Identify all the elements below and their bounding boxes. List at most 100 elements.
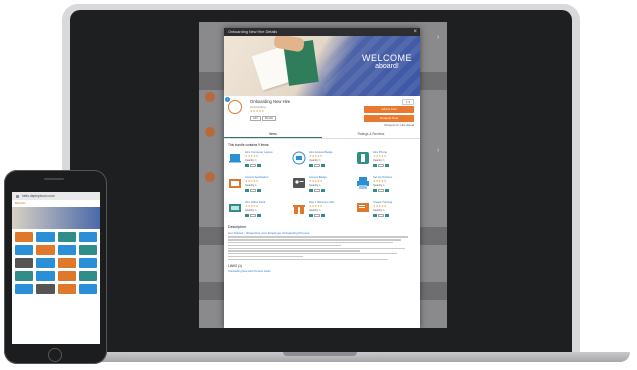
catalog-tile[interactable]: [15, 245, 34, 255]
bundle-item-qty: Quantity: 1: [245, 209, 257, 212]
bundle-item[interactable]: Access Application ★★★★★ Quantity: 1: [228, 174, 288, 196]
quantity-stepper[interactable]: [373, 164, 389, 167]
catalog-tile[interactable]: [57, 232, 76, 242]
bundle-item-qty: Quantity: 1: [373, 209, 385, 212]
lock-icon: [16, 194, 19, 198]
quantity-stepper[interactable]: [373, 214, 389, 217]
bundle-item-qty: Quantity: 1: [373, 159, 385, 162]
hero-banner: WELCOME aboard!: [224, 36, 420, 96]
phone-hero-banner: [12, 207, 100, 229]
text-line: [228, 258, 388, 261]
bg-icon: [205, 172, 215, 182]
catalog-tile[interactable]: [36, 258, 55, 268]
guide-link[interactable]: Onboarding New Hire Process Guide: [228, 270, 416, 273]
bundle-item-qty: Quantity: 1: [373, 184, 385, 187]
rating-stars: ★★★★★: [245, 204, 259, 208]
links-heading: LINKS (1): [228, 264, 242, 269]
laptop-icon: [229, 154, 241, 163]
catalog-tile[interactable]: [36, 284, 55, 294]
catalog-tile[interactable]: [57, 258, 76, 268]
quantity-stepper[interactable]: [245, 164, 261, 167]
tab-ratings[interactable]: Ratings & Reviews: [322, 130, 420, 138]
bundle-item[interactable]: Create Training ★★★★★ Quantity: 1: [356, 199, 416, 221]
catalog-tile[interactable]: [78, 245, 97, 255]
home-button[interactable]: [48, 348, 62, 362]
bundle-item[interactable]: Hire Access Badge ★★★★★ Quantity: 1: [292, 149, 352, 171]
printer-icon: [357, 177, 369, 189]
brand-logo[interactable]: BRAND: [12, 200, 100, 207]
quantity-stepper[interactable]: [309, 214, 325, 217]
bundle-item-qty: Quantity: 1: [309, 209, 321, 212]
modal-title-bar: Onboarding New Hire Details ×: [224, 28, 420, 36]
rating-stars: ★★★★★: [309, 179, 323, 183]
item-name: Onboarding New Hire: [250, 99, 291, 104]
new-hire-icon: [228, 100, 242, 114]
catalog-tile[interactable]: [15, 284, 34, 294]
catalog-tile[interactable]: [15, 232, 34, 242]
catalog-tile[interactable]: [36, 232, 55, 242]
quantity-stepper[interactable]: [245, 214, 261, 217]
bundle-title: This bundle contains 9 items:: [228, 143, 270, 147]
hero-welcome: WELCOME: [361, 53, 412, 63]
quantity-stepper[interactable]: [245, 189, 261, 192]
catalog-tile[interactable]: [57, 271, 76, 281]
text-line: [228, 250, 360, 252]
quantity-select[interactable]: 1 ▾: [401, 99, 414, 105]
rating-stars: ★★★★★: [373, 179, 387, 183]
request-now-button[interactable]: Request Now: [364, 115, 414, 122]
laptop-screen: › › Onboarding New Hire Details × WELCOM…: [199, 22, 447, 328]
tag-bundle[interactable]: Bundle: [262, 116, 277, 121]
bundle-item[interactable]: Hire Office Desk ★★★★★ Quantity: 1: [228, 199, 288, 221]
rating-stars: ★★★★★: [245, 179, 259, 183]
chevron-right-icon[interactable]: ›: [437, 34, 439, 41]
close-icon[interactable]: ×: [413, 28, 417, 36]
catalog-tile[interactable]: [78, 232, 97, 242]
device-mockup: › › Onboarding New Hire Details × WELCOM…: [0, 0, 637, 370]
catalog-tile[interactable]: [78, 258, 97, 268]
bundle-item[interactable]: Set Up Printers ★★★★★ Quantity: 1: [356, 174, 416, 196]
text-line: [228, 247, 405, 249]
catalog-tile[interactable]: [15, 271, 34, 281]
catalog-tile[interactable]: [57, 284, 76, 294]
bundle-item[interactable]: Hire Phone ★★★★★ Quantity: 1: [356, 149, 416, 171]
bundle-item[interactable]: Access Badge ★★★★★ Quantity: 1: [292, 174, 352, 196]
tab-items[interactable]: Items: [224, 130, 322, 138]
catalog-tile[interactable]: [78, 284, 97, 294]
desk-icon: [229, 204, 241, 212]
phone-catalog-grid: [12, 229, 100, 297]
phone-device: hello.deployIxcon.com BRAND: [4, 170, 107, 364]
request-for-text[interactable]: Request for: Hire Actual: [384, 123, 414, 127]
tag-add[interactable]: Add: [250, 116, 261, 121]
catalog-tile[interactable]: [78, 271, 97, 281]
description-subheading: Get Started - Streamline your Employee O…: [228, 231, 310, 235]
bg-icon: [205, 92, 215, 102]
bundle-item[interactable]: Hire Computer Laptop ★★★★★ Quantity: 1: [228, 149, 288, 171]
hero-aboard: aboard!: [375, 63, 399, 70]
rating-stars: ★★★★★: [373, 154, 387, 158]
catalog-tile[interactable]: [15, 258, 34, 268]
text-line: [228, 255, 304, 258]
bundle-item-qty: Quantity: 1: [245, 159, 257, 162]
tab-bar: Items Ratings & Reviews: [224, 130, 420, 139]
url-text: hello.deployIxcon.com: [22, 194, 55, 198]
id-card-icon: [293, 178, 305, 188]
catalog-tile[interactable]: [36, 245, 55, 255]
phone-speaker: [44, 178, 64, 180]
phone-screen: hello.deployIxcon.com BRAND: [12, 192, 100, 344]
quantity-stepper[interactable]: [309, 189, 325, 192]
catalog-tile[interactable]: [36, 271, 55, 281]
address-bar[interactable]: hello.deployIxcon.com: [12, 192, 100, 200]
modal-title: Onboarding New Hire Details: [228, 30, 278, 34]
bg-icon: [205, 127, 215, 137]
quantity-stepper[interactable]: [373, 189, 389, 192]
text-line: [228, 236, 409, 238]
gift-icon: [293, 204, 305, 214]
rating-stars: ★★★★★: [309, 204, 323, 208]
catalog-tile[interactable]: [57, 245, 76, 255]
phone-icon: [357, 152, 369, 164]
item-info: i Onboarding New Hire Onboarding ★★★★★ A…: [224, 96, 420, 130]
bundle-item[interactable]: Day 1 Welcome Gift ★★★★★ Quantity: 1: [292, 199, 352, 221]
add-to-cart-button[interactable]: Add to Cart: [364, 106, 414, 113]
quantity-stepper[interactable]: [309, 164, 325, 167]
chevron-right-icon[interactable]: ›: [437, 147, 439, 154]
